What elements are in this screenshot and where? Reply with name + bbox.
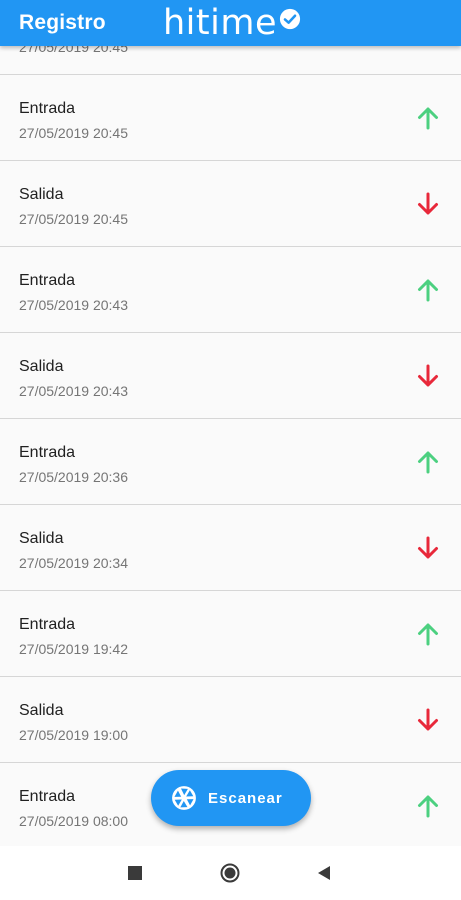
list-item[interactable]: Entrada 27/05/2019 19:42	[0, 591, 461, 677]
list-item[interactable]: Salida 27/05/2019 19:00	[0, 677, 461, 763]
home-icon[interactable]	[220, 863, 240, 883]
system-nav-bar	[0, 846, 461, 900]
arrow-down-icon	[418, 364, 438, 387]
list-item[interactable]: Salida 27/05/2019 20:43	[0, 333, 461, 419]
brand-logo: hitime	[163, 1, 301, 45]
arrow-down-icon	[418, 536, 438, 559]
record-type: Entrada	[19, 616, 76, 633]
arrow-up-icon	[418, 623, 438, 646]
record-timestamp: 27/05/2019 20:36	[19, 469, 128, 485]
list-item[interactable]: Entrada 27/05/2019 20:36	[0, 419, 461, 505]
records-list[interactable]: Salida 27/05/2019 20:45 Entrada 27/05/2019 …	[0, 0, 461, 849]
record-timestamp: 27/05/2019 20:43	[19, 383, 128, 399]
record-type: Salida	[19, 358, 64, 375]
record-timestamp: 27/05/2019 20:34	[19, 555, 128, 571]
list-item[interactable]: Salida 27/05/2019 20:34	[0, 505, 461, 591]
page-title: Registro	[19, 11, 106, 34]
record-type: Entrada	[19, 272, 76, 289]
record-type: Entrada	[19, 444, 76, 461]
check-badge-icon	[279, 8, 301, 30]
record-timestamp: 27/05/2019 20:43	[19, 297, 128, 313]
arrow-up-icon	[418, 107, 438, 130]
app-screen: Salida 27/05/2019 20:45 Entrada 27/05/2019 …	[0, 0, 461, 900]
back-icon[interactable]	[317, 865, 331, 881]
record-timestamp: 27/05/2019 20:45	[19, 125, 128, 141]
scan-button-label: Escanear	[208, 789, 283, 807]
arrow-up-icon	[418, 795, 438, 818]
record-timestamp: 27/05/2019 19:00	[19, 727, 128, 743]
camera-shutter-icon	[172, 786, 196, 810]
record-type: Entrada	[19, 788, 76, 805]
record-type: Entrada	[19, 100, 76, 117]
record-timestamp: 27/05/2019 20:45	[19, 211, 128, 227]
record-type: Salida	[19, 702, 64, 719]
record-timestamp: 27/05/2019 08:00	[19, 813, 128, 829]
list-item[interactable]: Entrada 27/05/2019 20:45	[0, 75, 461, 161]
arrow-down-icon	[418, 708, 438, 731]
recents-icon[interactable]	[128, 866, 142, 880]
list-item[interactable]: Entrada 27/05/2019 20:43	[0, 247, 461, 333]
app-bar: Registro hitime	[0, 0, 461, 46]
arrow-up-icon	[418, 451, 438, 474]
scan-button[interactable]: Escanear	[151, 770, 311, 826]
record-type: Salida	[19, 530, 64, 547]
list-item[interactable]: Salida 27/05/2019 20:45	[0, 161, 461, 247]
record-timestamp: 27/05/2019 19:42	[19, 641, 128, 657]
brand-name: hitime	[163, 2, 277, 43]
arrow-up-icon	[418, 279, 438, 302]
arrow-down-icon	[418, 192, 438, 215]
record-type: Salida	[19, 186, 64, 203]
